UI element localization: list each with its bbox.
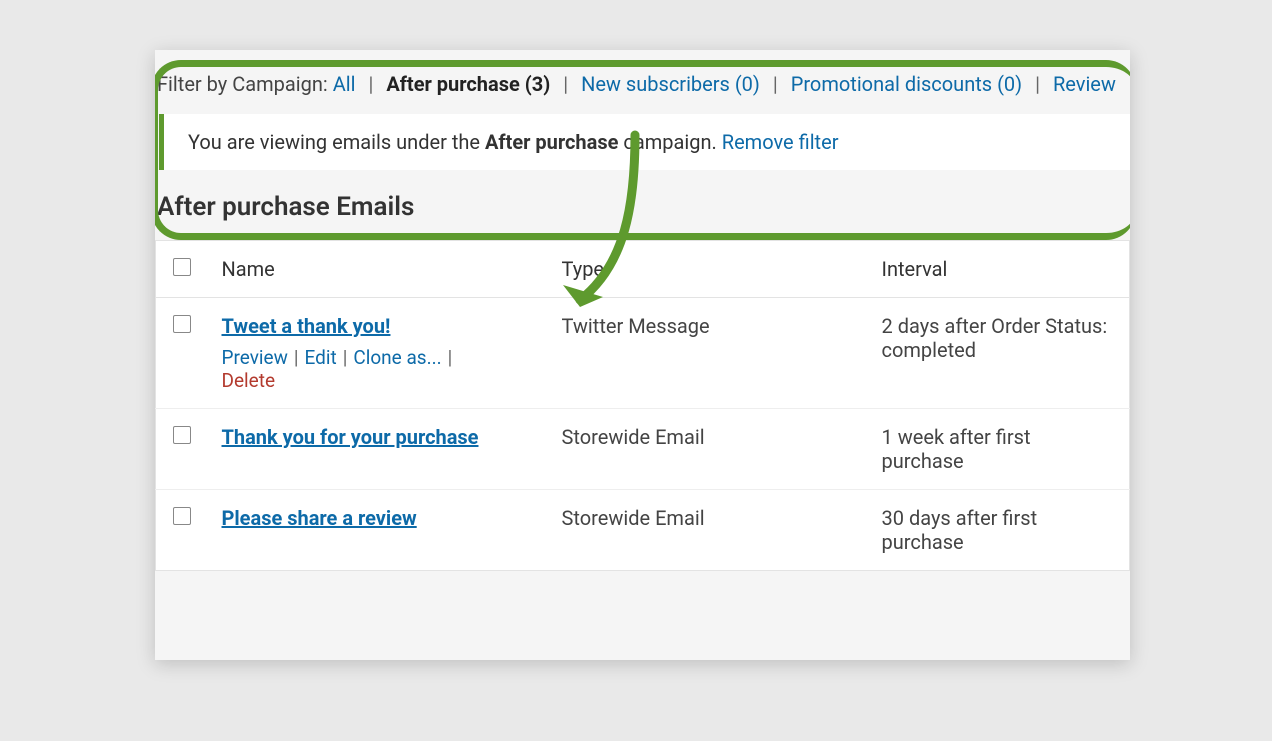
email-interval: 1 week after first purchase: [868, 409, 1130, 490]
row-checkbox[interactable]: [173, 426, 191, 444]
preview-link[interactable]: Preview: [222, 346, 288, 369]
clone-link[interactable]: Clone as...: [353, 346, 441, 369]
filter-label: Filter by Campaign:: [157, 72, 328, 96]
email-interval: 2 days after Order Status: completed: [868, 298, 1130, 409]
email-type: Storewide Email: [548, 490, 868, 571]
page-title: After purchase Emails: [157, 192, 1130, 222]
filter-all[interactable]: All: [333, 72, 356, 96]
email-name-link[interactable]: Tweet a thank you!: [222, 314, 391, 338]
separator: |: [1035, 72, 1040, 96]
info-campaign-name: After purchase: [485, 130, 618, 154]
edit-link[interactable]: Edit: [305, 346, 337, 369]
column-interval: Interval: [868, 241, 1130, 298]
filter-bar: Filter by Campaign: All | After purchase…: [155, 50, 1130, 114]
email-type: Storewide Email: [548, 409, 868, 490]
filter-after-purchase[interactable]: After purchase (3): [386, 72, 550, 96]
table-row: Thank you for your purchase Storewide Em…: [156, 409, 1130, 490]
row-actions: Preview|Edit|Clone as...|Delete: [222, 346, 534, 392]
separator: |: [563, 72, 568, 96]
remove-filter-link[interactable]: Remove filter: [722, 130, 839, 154]
filter-promotional-discounts[interactable]: Promotional discounts (0): [791, 72, 1022, 96]
separator: |: [368, 72, 373, 96]
active-filter-info: You are viewing emails under the After p…: [159, 114, 1130, 170]
row-checkbox[interactable]: [173, 507, 191, 525]
info-suffix: campaign.: [618, 130, 721, 154]
email-interval: 30 days after first purchase: [868, 490, 1130, 571]
column-type: Type: [548, 241, 868, 298]
separator: |: [773, 72, 778, 96]
row-checkbox[interactable]: [173, 315, 191, 333]
column-name: Name: [208, 241, 548, 298]
filter-new-subscribers[interactable]: New subscribers (0): [581, 72, 760, 96]
table-row: Tweet a thank you! Preview|Edit|Clone as…: [156, 298, 1130, 409]
email-name-link[interactable]: Thank you for your purchase: [222, 425, 479, 449]
table-row: Please share a review Storewide Email 30…: [156, 490, 1130, 571]
email-campaign-panel: Filter by Campaign: All | After purchase…: [155, 50, 1130, 660]
email-name-link[interactable]: Please share a review: [222, 506, 417, 530]
delete-link[interactable]: Delete: [222, 369, 276, 392]
filter-review[interactable]: Review: [1053, 72, 1116, 96]
select-all-checkbox[interactable]: [173, 258, 191, 276]
table-header-row: Name Type Interval: [156, 241, 1130, 298]
info-prefix: You are viewing emails under the: [188, 130, 485, 154]
emails-table: Name Type Interval Tweet a thank you! Pr…: [155, 240, 1130, 571]
email-type: Twitter Message: [548, 298, 868, 409]
